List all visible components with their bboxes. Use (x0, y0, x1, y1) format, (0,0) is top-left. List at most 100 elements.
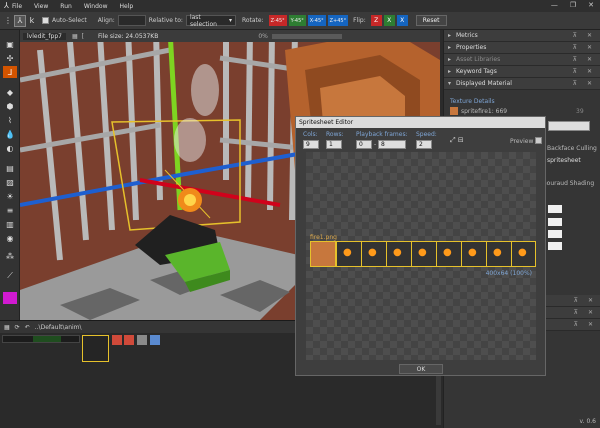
asset-thumb-2[interactable] (124, 335, 134, 345)
rotate-z-plus-button[interactable]: Z+45° (327, 15, 349, 26)
viewport-tab[interactable]: lvledit_fpp7 (23, 32, 66, 40)
texture-count: 39 (576, 108, 584, 115)
auto-select-checkbox[interactable] (42, 17, 49, 24)
rotate-z-minus-button[interactable]: Z-45° (268, 15, 287, 26)
pin-close-icons[interactable]: ⊼ ✕ (573, 32, 596, 39)
emitter-icon[interactable]: ⁂ (3, 250, 17, 262)
asset-thumb-3[interactable] (137, 335, 147, 345)
collapsed-section-1[interactable]: ⊼ ✕ (544, 295, 600, 307)
section-metrics[interactable]: ▸ Metrics ⊼ ✕ (444, 30, 600, 42)
app-logo-icon: ⅄ (4, 1, 9, 10)
close-icon[interactable]: ✕ (588, 1, 594, 9)
collapsed-section-3[interactable]: ⊼ ✕ (544, 319, 600, 331)
minimize-icon[interactable]: — (551, 1, 558, 9)
frame-to-input[interactable]: 8 (378, 140, 406, 149)
material-field-4[interactable] (548, 242, 562, 250)
zoom-slider[interactable] (271, 33, 342, 39)
refresh-icon[interactable]: ⟳ (15, 324, 20, 331)
ok-button[interactable]: OK (399, 364, 443, 374)
preview-label: Preview (510, 138, 534, 145)
camera-icon[interactable]: ◉ (3, 232, 17, 244)
cols-input[interactable]: 9 (303, 140, 319, 149)
asset-thumb-1[interactable] (112, 335, 122, 345)
pin-close-icons[interactable]: ⊼ ✕ (573, 80, 596, 87)
menu-run[interactable]: Run (60, 3, 72, 10)
section-keyword-tags[interactable]: ▸ Keyword Tags ⊼ ✕ (444, 66, 600, 78)
cube-icon[interactable]: ▣ (3, 38, 17, 50)
pin-close-icons[interactable]: ⊼ ✕ (574, 297, 597, 304)
asset-thumb-selected[interactable] (82, 335, 109, 362)
flame-icon: ● (468, 247, 477, 258)
fit-view-icon[interactable]: ⤢ ⊟ (450, 136, 464, 145)
menu-help[interactable]: Help (119, 3, 133, 10)
flip-x2-button[interactable]: X (396, 15, 408, 26)
color-swatch-icon[interactable] (3, 292, 17, 304)
spritesheet-canvas[interactable]: fire1.png ● ● ● ● ● ● ● ● 400x64 (100%) (306, 152, 536, 360)
menu-view[interactable]: View (34, 3, 48, 10)
hammer-icon[interactable]: ⅃ (3, 66, 17, 78)
preview-checkbox[interactable] (535, 137, 542, 144)
pin-close-icons[interactable]: ⊼ ✕ (574, 309, 597, 316)
sprite-strip[interactable]: ● ● ● ● ● ● ● ● (310, 241, 536, 267)
menu-window[interactable]: Window (84, 3, 108, 10)
collapsed-section-2[interactable]: ⊼ ✕ (544, 307, 600, 319)
sprite-frame[interactable]: ● (461, 242, 485, 266)
pin-close-icons[interactable]: ⊼ ✕ (573, 44, 596, 51)
transform-tool-icon[interactable]: ⅄ (14, 14, 26, 27)
sprite-icon[interactable]: ▤ (3, 162, 17, 174)
rows-input[interactable]: 1 (326, 140, 342, 149)
sprite-frame-selected[interactable] (310, 241, 336, 267)
sprite-frame[interactable]: ● (511, 242, 535, 266)
diamond-icon[interactable]: ◆ (3, 86, 17, 98)
pin-close-icons[interactable]: ⊼ ✕ (573, 68, 596, 75)
light-icon[interactable]: ☀ (3, 190, 17, 202)
grid-view-icon[interactable]: ▦ (4, 324, 10, 331)
asset-filter-bar[interactable] (2, 335, 80, 343)
sprite-frame[interactable]: ● (411, 242, 435, 266)
viewport-grid-icon[interactable]: ▦ (72, 33, 78, 40)
menu-file[interactable]: File (12, 3, 22, 10)
material-field-1[interactable] (548, 205, 562, 213)
sprite-frame[interactable]: ● (486, 242, 510, 266)
section-displayed-material[interactable]: ▾ Displayed Material ⊼ ✕ (444, 78, 600, 90)
sprite-frame[interactable]: ● (436, 242, 460, 266)
relative-to-dropdown[interactable]: last selection ▾ (185, 13, 236, 28)
brush-icon[interactable]: ⌇ (3, 114, 17, 126)
section-asset-libraries[interactable]: ▸ Asset Libraries ⊼ ✕ (444, 54, 600, 66)
paint-icon[interactable]: ◐ (3, 142, 17, 154)
rotate-y-minus-button[interactable]: Y-45° (288, 15, 306, 26)
flame-icon: ● (368, 247, 377, 258)
frame-from-input[interactable]: 0 (356, 140, 372, 149)
drop-icon[interactable]: 💧 (3, 128, 17, 140)
rotate-x-minus-button[interactable]: X-45° (307, 15, 326, 26)
maximize-icon[interactable]: ❐ (570, 1, 576, 9)
gem-icon[interactable]: ⬢ (3, 100, 17, 112)
align-dropdown[interactable] (117, 15, 146, 26)
image-icon[interactable]: ▨ (3, 176, 17, 188)
grid-icon[interactable]: ⋮ (2, 15, 14, 27)
sprite-frame[interactable]: ● (386, 242, 410, 266)
sprite-frame[interactable]: ● (361, 242, 385, 266)
material-field-2[interactable] (548, 218, 562, 226)
viewport-bracket-icon[interactable]: [ (82, 33, 84, 40)
flip-x-button[interactable]: X (383, 15, 395, 26)
pin-close-icons[interactable]: ⊼ ✕ (573, 56, 596, 63)
section-properties[interactable]: ▸ Properties ⊼ ✕ (444, 42, 600, 54)
stack-icon[interactable]: ▥ (3, 218, 17, 230)
select-tool-icon[interactable]: k (26, 15, 38, 27)
relative-to-value: last selection (189, 13, 217, 28)
pin-close-icons[interactable]: ⊼ ✕ (574, 321, 597, 328)
flame-icon: ● (518, 247, 527, 258)
ruler-icon[interactable]: ⟋ (3, 270, 17, 282)
reset-button[interactable]: Reset (415, 15, 447, 26)
layers-icon[interactable]: ≡ (3, 204, 17, 216)
flip-z-button[interactable]: Z (370, 15, 382, 26)
asset-thumb-4[interactable] (150, 335, 160, 345)
move-icon[interactable]: ✣ (3, 52, 17, 64)
speed-input[interactable]: 2 (416, 140, 432, 149)
sprite-frame[interactable]: ● (336, 242, 360, 266)
backface-culling-label: Backface Culling (547, 145, 597, 152)
material-field-3[interactable] (548, 230, 562, 238)
material-dropdown[interactable] (548, 121, 590, 131)
back-icon[interactable]: ↶ (25, 324, 30, 331)
